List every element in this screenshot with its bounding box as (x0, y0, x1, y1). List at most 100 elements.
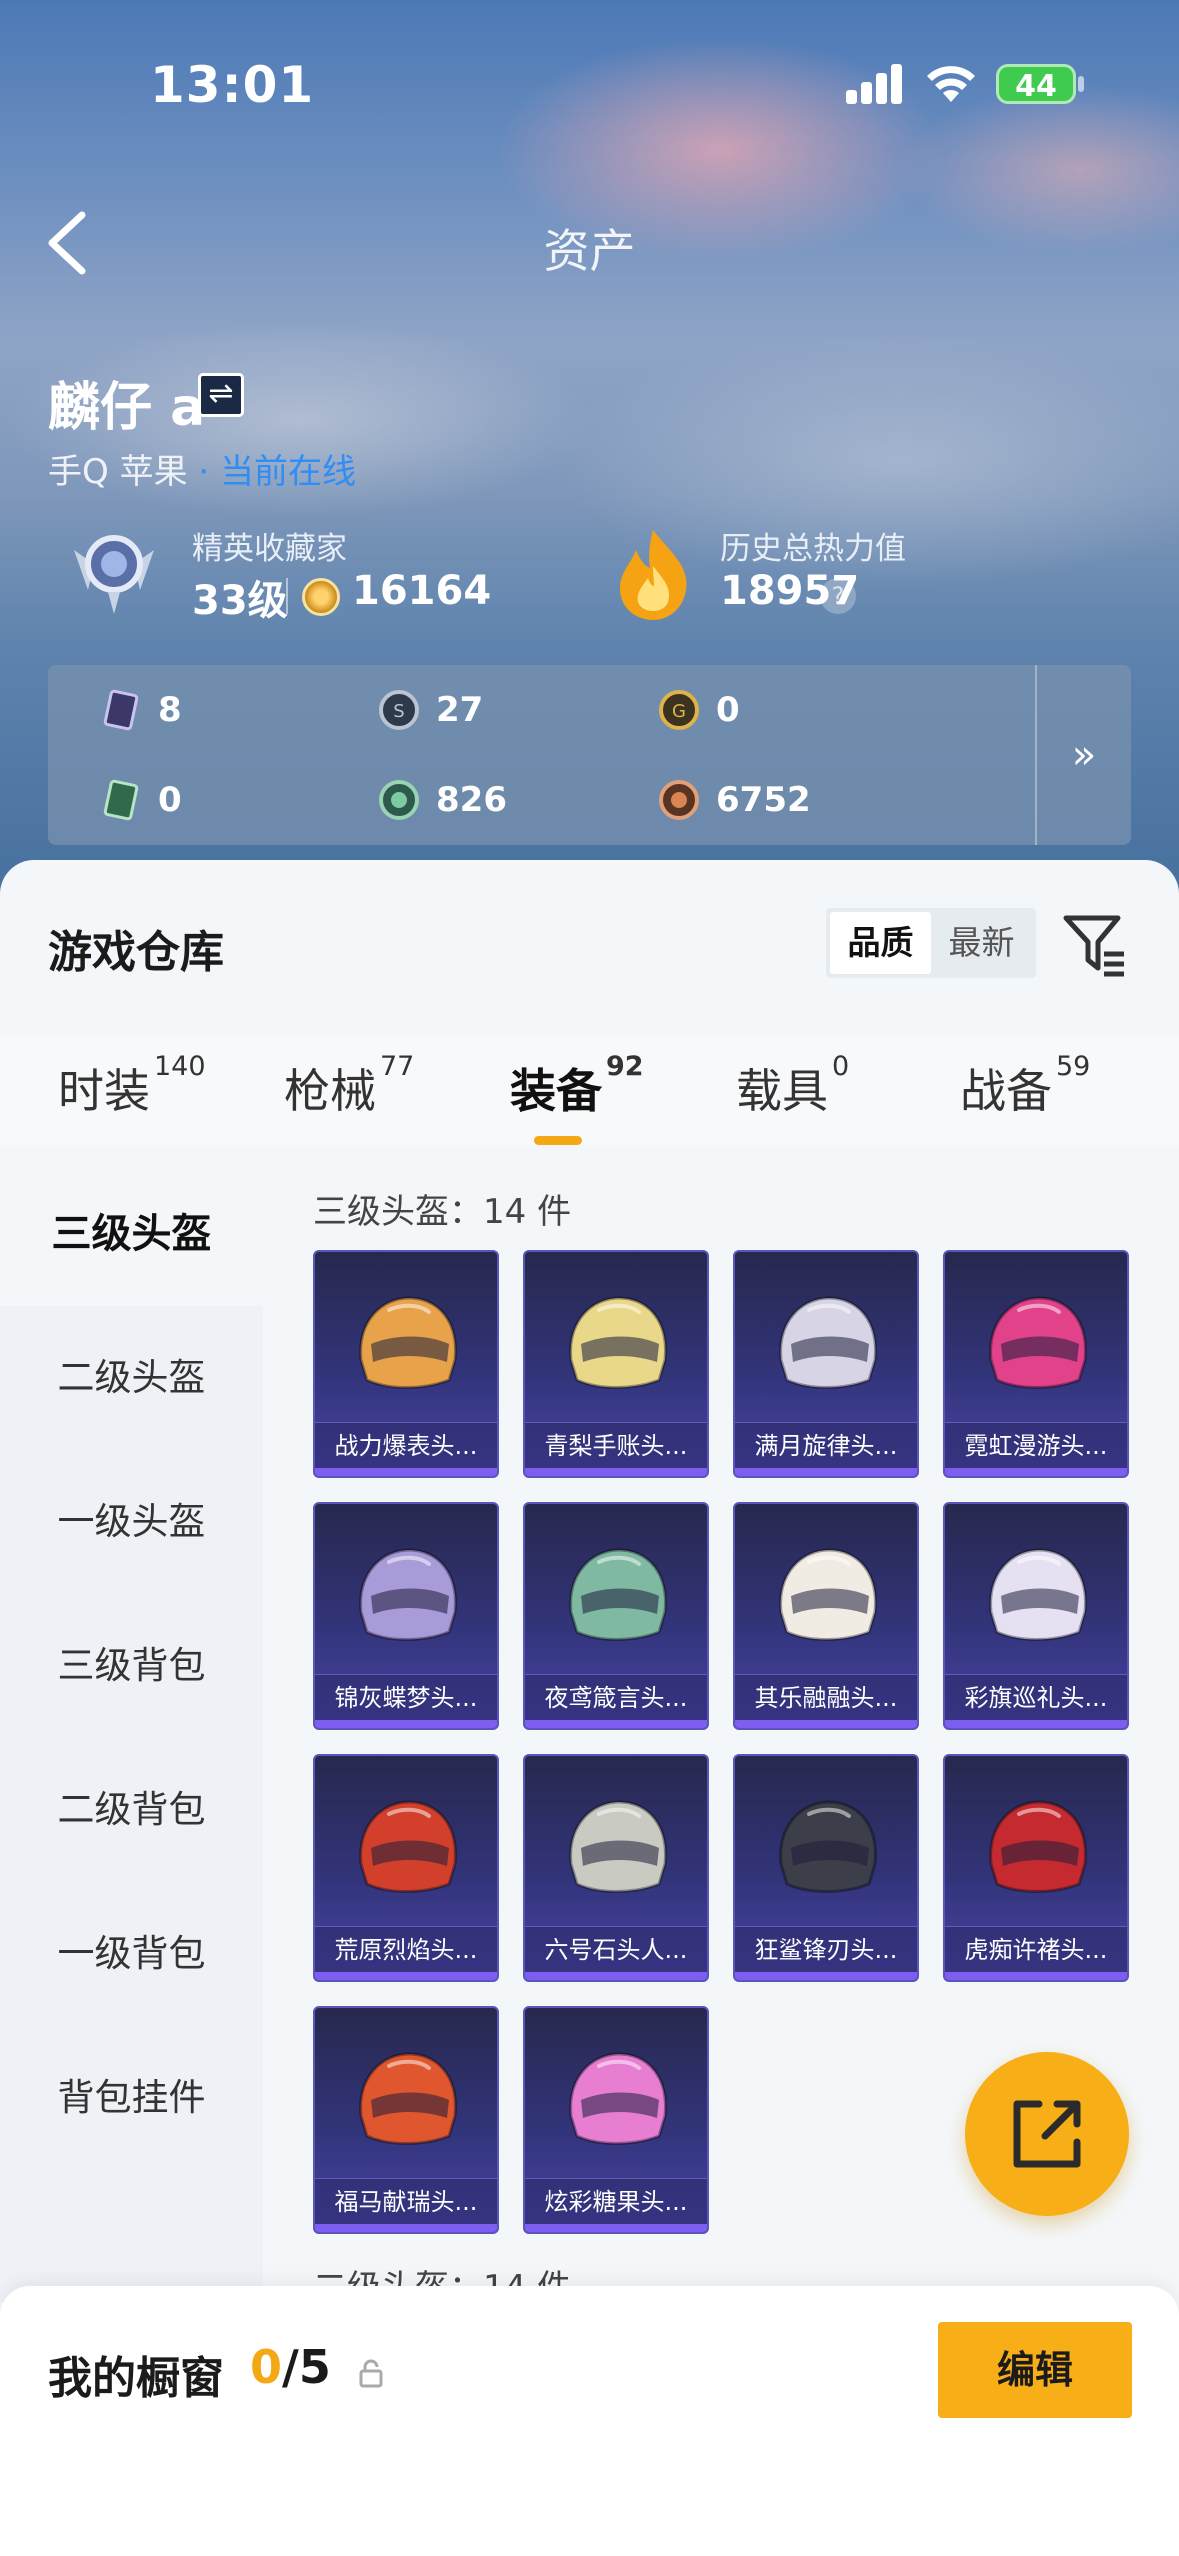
quality-bar (945, 1720, 1127, 1728)
tab-label: 枪械 (284, 1064, 376, 1118)
item-card[interactable]: 霓虹漫游头... (943, 1250, 1129, 1478)
tab-weapons[interactable]: 枪械 77 (284, 1051, 414, 1121)
svg-text:S: S (393, 701, 404, 722)
active-tab-indicator (534, 1136, 582, 1145)
lock-icon (359, 2359, 383, 2388)
edit-button[interactable]: 编辑 (938, 2322, 1132, 2418)
item-card[interactable]: 炫彩糖果头... (523, 2006, 709, 2234)
helmet-icon (359, 2052, 457, 2145)
stat-value: 6752 (716, 780, 811, 820)
stat-item: 0 (100, 775, 182, 825)
helmet-icon (989, 1296, 1087, 1389)
stats-more-button[interactable]: » (1035, 665, 1131, 845)
item-name: 战力爆表头... (315, 1422, 497, 1468)
item-card[interactable]: 其乐融融头... (733, 1502, 919, 1730)
green-card-icon (103, 779, 139, 821)
showcase-current: 0 (250, 2340, 283, 2394)
filter-icon[interactable] (1060, 910, 1128, 978)
item-card[interactable]: 满月旋律头... (733, 1250, 919, 1478)
status-time: 13:01 (150, 56, 315, 114)
username: 麟仔 a (48, 378, 206, 438)
item-card[interactable]: 荒原烈焰头... (313, 1754, 499, 1982)
sidebar-item-backpack-charm[interactable]: 背包挂件 (0, 2026, 263, 2170)
help-icon[interactable]: ? (820, 578, 856, 614)
item-name: 满月旋律头... (735, 1422, 917, 1468)
sidebar-item-level1-backpack[interactable]: 一级背包 (0, 1882, 263, 2026)
item-name: 狂鲨锋刃头... (735, 1926, 917, 1972)
helmet-icon (779, 1548, 877, 1641)
item-card[interactable]: 虎痴许褚头... (943, 1754, 1129, 1982)
helmet-icon (989, 1548, 1087, 1641)
sort-newest-button[interactable]: 最新 (931, 912, 1032, 974)
item-name: 夜鸢箴言头... (525, 1674, 707, 1720)
sidebar-item-level2-helmet[interactable]: 二级头盔 (0, 1306, 263, 1450)
item-name: 炫彩糖果头... (525, 2178, 707, 2224)
stat-item: 8 (100, 685, 182, 735)
showcase-bar: 我的橱窗 0/5 编辑 (0, 2286, 1179, 2556)
green-gem-icon (379, 780, 419, 820)
quality-bar (735, 1972, 917, 1980)
tab-supplies[interactable]: 战备 59 (960, 1051, 1090, 1121)
coin-value: 16164 (352, 568, 492, 614)
item-name: 荒原烈焰头... (315, 1926, 497, 1972)
helmet-icon (569, 1548, 667, 1641)
stat-value: 0 (716, 690, 740, 730)
category-tabs: 时装 140 枪械 77 装备 92 载具 0 战备 59 (0, 1035, 1179, 1145)
helmet-icon (989, 1800, 1087, 1893)
collector-rank-icon (74, 535, 154, 614)
tab-label: 载具 (736, 1064, 828, 1118)
tab-label: 装备 (510, 1064, 602, 1118)
stat-item: S 27 (378, 685, 483, 735)
tab-count: 77 (380, 1051, 415, 1082)
switch-account-icon[interactable]: ⇌ (198, 373, 244, 417)
sidebar-item-level2-backpack[interactable]: 二级背包 (0, 1738, 263, 1882)
item-card[interactable]: 彩旗巡礼头... (943, 1502, 1129, 1730)
tab-vehicles[interactable]: 载具 0 (736, 1051, 849, 1121)
sidebar-item-level3-helmet[interactable]: 三级头盔 (0, 1162, 263, 1306)
item-card[interactable]: 青梨手账头... (523, 1250, 709, 1478)
quality-bar (525, 2224, 707, 2232)
quality-bar (525, 1720, 707, 1728)
helmet-icon (569, 1296, 667, 1389)
stat-value: 0 (158, 780, 182, 820)
item-card[interactable]: 狂鲨锋刃头... (733, 1754, 919, 1982)
sidebar-item-level1-helmet[interactable]: 一级头盔 (0, 1450, 263, 1594)
tab-count: 92 (606, 1051, 644, 1082)
quality-bar (315, 1972, 497, 1980)
quality-bar (315, 2224, 497, 2232)
tab-fashion[interactable]: 时装 140 (58, 1051, 206, 1121)
item-name: 其乐融融头... (735, 1674, 917, 1720)
quality-bar (315, 1720, 497, 1728)
helmet-icon (569, 2052, 667, 2145)
item-card[interactable]: 六号石头人... (523, 1754, 709, 1982)
quality-bar (525, 1972, 707, 1980)
stat-item: G 0 (658, 685, 740, 735)
silver-coin-icon: S (379, 690, 419, 730)
status-bar: 13:01 44 (0, 0, 1179, 170)
platform-info: 手Q 苹果 · 当前在线 (48, 444, 356, 493)
purple-card-icon (103, 689, 139, 731)
item-card[interactable]: 夜鸢箴言头... (523, 1502, 709, 1730)
sidebar-item-level3-backpack[interactable]: 三级背包 (0, 1594, 263, 1738)
item-name: 福马献瑞头... (315, 2178, 497, 2224)
item-name: 彩旗巡礼头... (945, 1674, 1127, 1720)
quality-bar (735, 1468, 917, 1476)
stat-value: 27 (436, 690, 484, 730)
battery-tip (1078, 76, 1084, 92)
stats-card: 8 S 27 G 0 0 826 6752 » (48, 665, 1131, 845)
bronze-gem-icon (659, 780, 699, 820)
item-name: 虎痴许褚头... (945, 1926, 1127, 1972)
item-card[interactable]: 锦灰蝶梦头... (313, 1502, 499, 1730)
item-name: 青梨手账头... (525, 1422, 707, 1468)
share-icon[interactable] (965, 2052, 1129, 2216)
showcase-total: /5 (282, 2340, 331, 2394)
stat-item: 6752 (658, 775, 811, 825)
sort-quality-button[interactable]: 品质 (830, 912, 931, 974)
tab-equipment[interactable]: 装备 92 (510, 1051, 644, 1121)
item-card[interactable]: 战力爆表头... (313, 1250, 499, 1478)
platform-label: 手Q 苹果 (48, 452, 188, 492)
quality-bar (945, 1468, 1127, 1476)
divider (286, 578, 288, 614)
fire-icon (620, 530, 687, 620)
item-card[interactable]: 福马献瑞头... (313, 2006, 499, 2234)
